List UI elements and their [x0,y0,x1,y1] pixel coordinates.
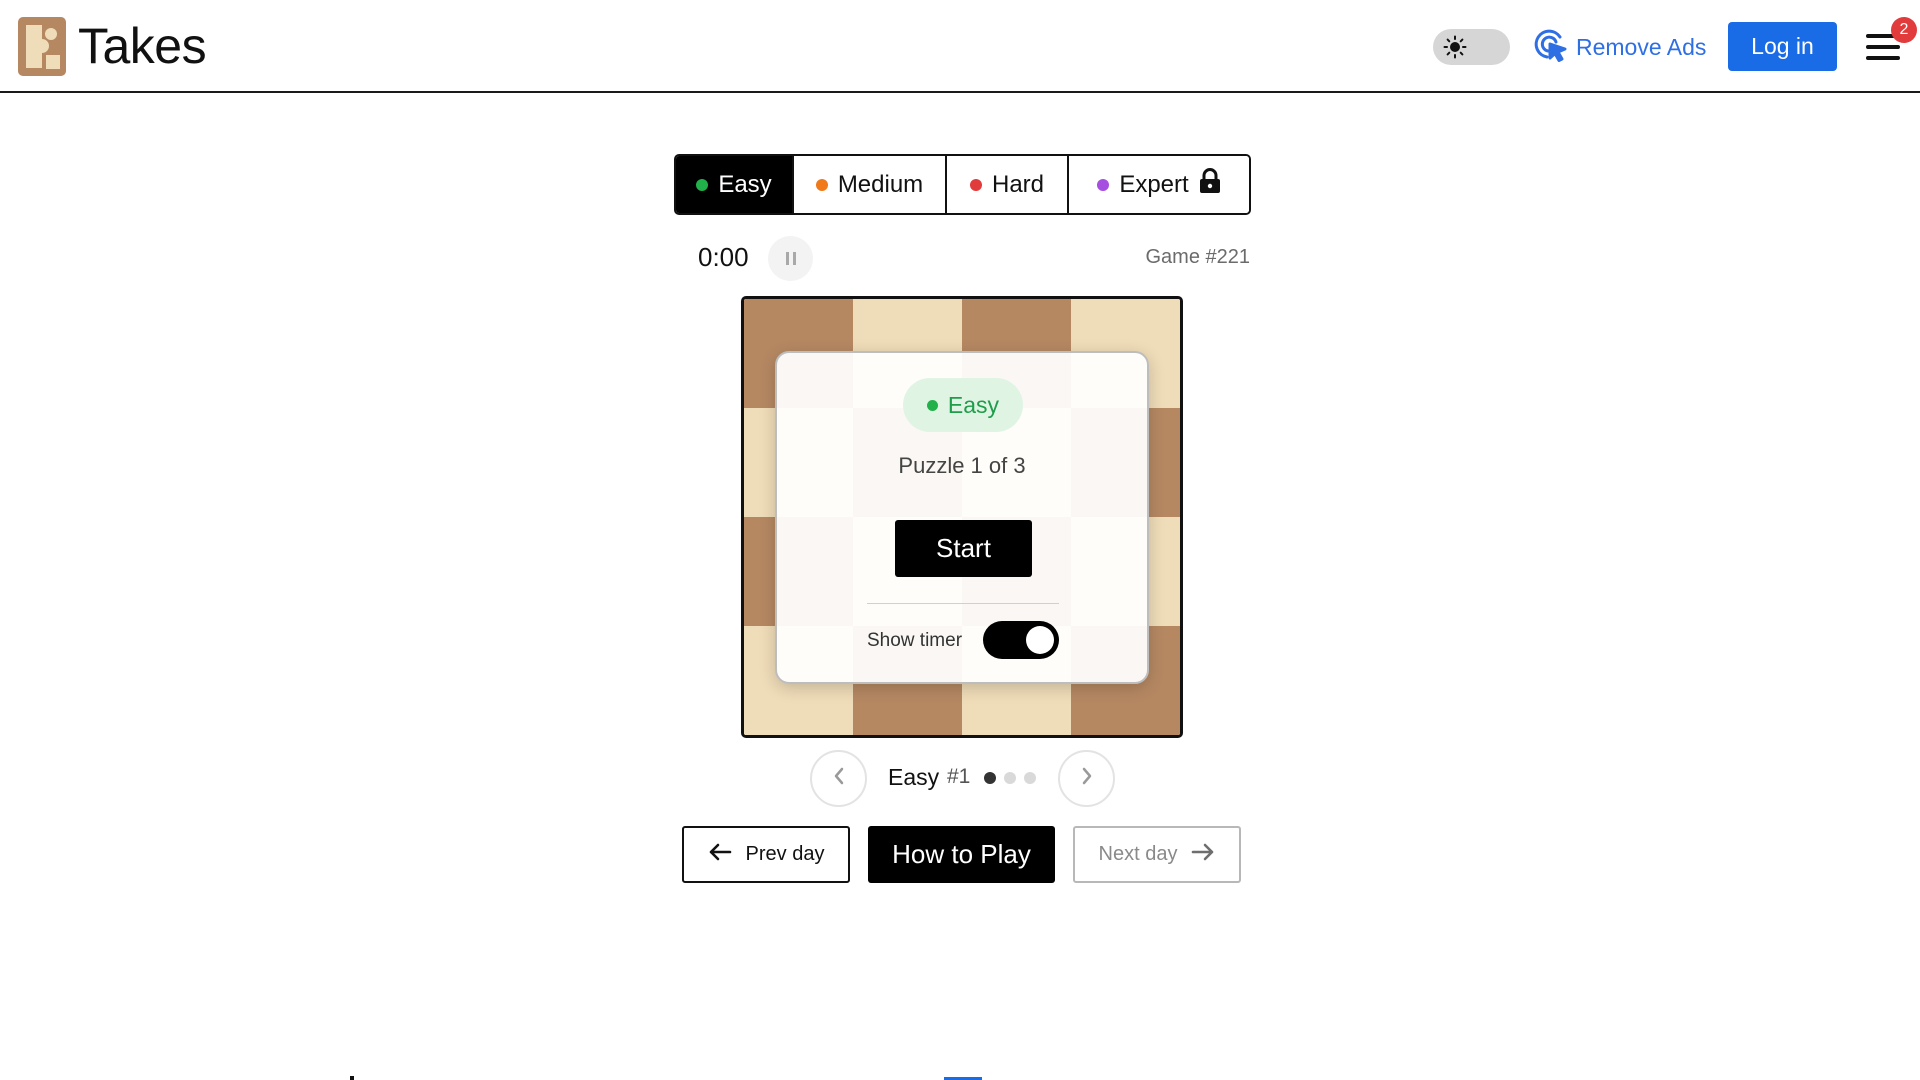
puzzle-difficulty-label: Easy [888,764,940,790]
site-header: Takes Remove Ads Log in 2 [0,0,1920,93]
easy-dot [696,178,709,191]
chevron-right-icon [1080,766,1094,791]
takes-logo[interactable] [18,17,66,76]
show-timer-label: Show timer [867,630,963,651]
arrow-left-icon [708,842,732,868]
difficulty-tabs: Easy Medium Hard Expert [674,154,1251,215]
tab-hard-label: Hard [991,170,1045,198]
tab-easy-label: Easy [718,170,772,198]
theme-toggle[interactable] [1433,29,1510,65]
remove-ads-link[interactable]: Remove Ads [1534,27,1706,67]
tab-hard[interactable]: Hard [947,156,1069,213]
chevron-left-icon [832,766,846,791]
game-timer: 0:00 [698,242,749,272]
notification-badge: 2 [1891,17,1917,43]
start-button[interactable]: Start [895,520,1032,577]
puzzle-dot[interactable] [1024,772,1036,784]
puzzle-dot-active[interactable] [984,772,996,784]
sun-icon [1443,35,1467,59]
brand-name[interactable]: Takes [78,16,207,76]
remove-ads-label: Remove Ads [1576,33,1707,60]
tab-expert[interactable]: Expert [1069,156,1249,213]
pause-icon[interactable] [768,236,813,281]
tab-easy[interactable]: Easy [676,156,794,213]
login-button[interactable]: Log in [1728,22,1837,71]
next-day-button[interactable]: Next day [1073,826,1241,883]
lock-icon [1199,168,1221,201]
cursor-click-icon [1534,28,1568,67]
easy-dot [926,399,938,411]
tab-expert-label: Expert [1119,170,1189,198]
tab-medium[interactable]: Medium [794,156,947,213]
prev-day-button[interactable]: Prev day [682,826,850,883]
prev-day-label: Prev day [745,843,825,865]
content-below-fold [350,1076,354,1080]
expert-dot [1097,178,1110,191]
hard-dot [969,178,982,191]
how-to-play-button[interactable]: How to Play [868,826,1055,883]
game-number: Game #221 [1145,246,1250,268]
puzzle-dots [984,772,1036,784]
dialog-divider [867,603,1059,604]
show-timer-toggle[interactable] [983,621,1059,659]
next-puzzle-button[interactable] [1058,750,1115,807]
puzzle-number: #1 [947,765,971,788]
next-day-label: Next day [1098,843,1178,865]
puzzle-dot[interactable] [1004,772,1016,784]
arrow-right-icon [1191,842,1215,868]
tab-medium-label: Medium [837,170,924,198]
difficulty-pill-label: Easy [947,391,1000,418]
puzzle-progress-label: Puzzle 1 of 3 [898,453,1026,478]
difficulty-pill: Easy [903,378,1023,432]
start-dialog: Easy Puzzle 1 of 3 Start Show timer [775,351,1149,684]
prev-puzzle-button[interactable] [810,750,867,807]
medium-dot [815,178,828,191]
